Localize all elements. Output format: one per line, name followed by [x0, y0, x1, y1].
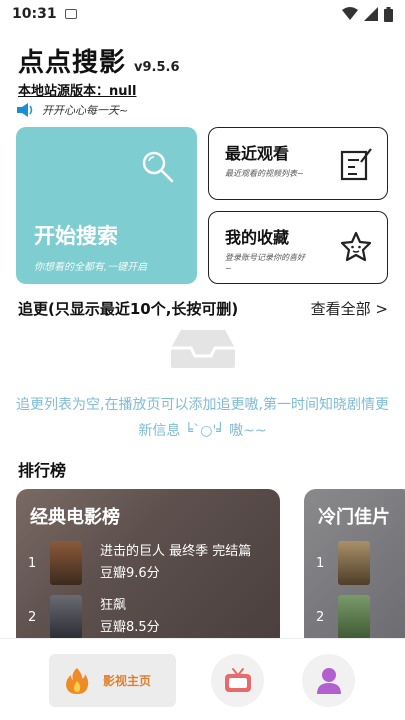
ranking-item[interactable]: 1 [316, 541, 370, 585]
recent-watch-title: 最近观看 [225, 144, 290, 163]
ranking-item-score: 豆瓣9.6分 [100, 566, 160, 581]
empty-inbox-icon [171, 330, 235, 368]
edit-list-icon [340, 148, 372, 181]
nav-home-label: 影视主页 [103, 674, 152, 688]
search-card-subtitle: 你想看的全都有,一键开启 [34, 262, 148, 273]
ranking-number: 1 [316, 555, 325, 571]
poster-image [50, 541, 82, 585]
ranking-number: 2 [28, 609, 37, 625]
app-title: 点点搜影 [18, 48, 127, 78]
favorites-card[interactable]: 我的收藏 登录账号记录你的喜好~ [208, 211, 388, 284]
ranking-item-score: 豆瓣8.5分 [100, 620, 160, 635]
ranking-item-title: 进击的巨人 最终季 完结篇 [100, 544, 252, 559]
star-icon [340, 231, 372, 262]
tv-icon [224, 667, 251, 692]
follow-section-title: 追更(只显示最近10个,长按可删) [18, 300, 239, 318]
ranking-card-hidden-gems[interactable]: 冷门佳片 1 2 [304, 489, 405, 649]
favorites-title: 我的收藏 [225, 228, 290, 247]
ranking-item-title: 狂飙 [100, 598, 127, 613]
status-bar: 10:31 [0, 0, 405, 28]
view-all-link[interactable]: 查看全部 > [311, 298, 388, 319]
app-header: 点点搜影 v9.5.6 [18, 42, 180, 79]
search-card-title: 开始搜索 [34, 224, 118, 248]
ranking-card-classic[interactable]: 经典电影榜 1 进击的巨人 最终季 完结篇 豆瓣9.6分 2 狂飙 豆瓣8.5分 [16, 489, 280, 649]
wifi-icon [342, 7, 358, 20]
app-version: v9.5.6 [134, 60, 180, 75]
ranking-card-title: 经典电影榜 [30, 507, 120, 528]
notice-bar: 开开心心每一天~ [16, 102, 128, 118]
ranking-item[interactable]: 2 [316, 595, 370, 639]
ranking-card-title: 冷门佳片 [318, 507, 390, 528]
poster-image [338, 595, 370, 639]
empty-follow-message: 追更列表为空,在播放页可以添加追更嗷,第一时间知晓剧情更新信息 ╘`○'╛ 嗷~… [16, 397, 389, 439]
notice-text: 开开心心每一天~ [42, 104, 129, 117]
search-card[interactable]: 开始搜索 你想看的全都有,一键开启 [16, 127, 197, 284]
poster-image [50, 595, 82, 639]
search-icon [142, 151, 174, 183]
user-icon [316, 667, 341, 694]
signal-icon [364, 7, 378, 21]
nav-profile-tab[interactable] [302, 654, 355, 707]
poster-image [338, 541, 370, 585]
bottom-navigation: 影视主页 [0, 638, 405, 720]
source-version-link[interactable]: 本地站源版本：null [18, 80, 136, 99]
nav-tv-tab[interactable] [211, 654, 264, 707]
nav-home-tab[interactable]: 影视主页 [49, 654, 176, 707]
speaker-icon [17, 103, 33, 117]
gallery-notification-icon [64, 9, 77, 19]
status-time: 10:31 [12, 6, 57, 22]
ranking-item[interactable]: 1 进击的巨人 最终季 完结篇 豆瓣9.6分 [28, 541, 251, 585]
ranking-item[interactable]: 2 狂飙 豆瓣8.5分 [28, 595, 160, 639]
recent-watch-subtitle: 最近观看的视频列表~ [225, 169, 304, 178]
ranking-number: 1 [28, 555, 37, 571]
recent-watch-card[interactable]: 最近观看 最近观看的视频列表~ [208, 127, 388, 200]
battery-icon [384, 6, 393, 22]
ranking-number: 2 [316, 609, 325, 625]
rankings-title: 排行榜 [18, 461, 67, 480]
favorites-subtitle: 登录账号记录你的喜好~ [225, 253, 305, 273]
fire-icon [66, 667, 89, 694]
